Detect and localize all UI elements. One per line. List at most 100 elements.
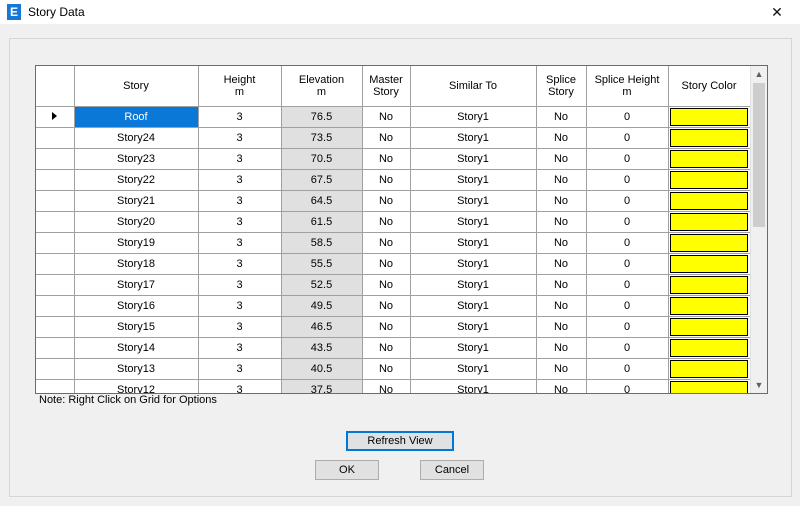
cell-similar[interactable]: Story1: [410, 169, 537, 191]
cell-splice-height[interactable]: 0: [586, 106, 669, 128]
cell-height[interactable]: 3: [198, 148, 282, 170]
cell-height[interactable]: 3: [198, 106, 282, 128]
cell-similar[interactable]: Story1: [410, 358, 537, 380]
table-row[interactable]: Story20 3 61.5 No Story1 No 0: [36, 211, 751, 233]
cell-splice[interactable]: No: [536, 253, 587, 275]
cell-elevation[interactable]: 37.5: [281, 379, 363, 393]
column-header[interactable]: Height m: [198, 66, 282, 107]
cell-story[interactable]: Story21: [74, 190, 199, 212]
cell-splice[interactable]: No: [536, 232, 587, 254]
cell-splice[interactable]: No: [536, 169, 587, 191]
cell-splice-height[interactable]: 0: [586, 337, 669, 359]
close-button[interactable]: ✕: [754, 0, 800, 24]
cell-splice-height[interactable]: 0: [586, 232, 669, 254]
row-header[interactable]: [36, 274, 75, 296]
cell-story-color[interactable]: [668, 211, 751, 233]
cell-master[interactable]: No: [362, 295, 411, 317]
cell-story[interactable]: Story17: [74, 274, 199, 296]
cell-height[interactable]: 3: [198, 253, 282, 275]
column-header[interactable]: Splice Height m: [586, 66, 669, 107]
cell-height[interactable]: 3: [198, 274, 282, 296]
cell-height[interactable]: 3: [198, 295, 282, 317]
cell-master[interactable]: No: [362, 379, 411, 393]
cell-story-color[interactable]: [668, 232, 751, 254]
cell-story[interactable]: Story13: [74, 358, 199, 380]
scroll-down-icon[interactable]: ▼: [751, 377, 767, 393]
row-header[interactable]: [36, 316, 75, 338]
column-header[interactable]: Splice Story: [536, 66, 587, 107]
cell-story[interactable]: Story18: [74, 253, 199, 275]
cell-master[interactable]: No: [362, 169, 411, 191]
column-header[interactable]: Story: [74, 66, 199, 107]
cell-master[interactable]: No: [362, 190, 411, 212]
column-header[interactable]: Elevation m: [281, 66, 363, 107]
cell-master[interactable]: No: [362, 127, 411, 149]
cell-master[interactable]: No: [362, 232, 411, 254]
cell-similar[interactable]: Story1: [410, 274, 537, 296]
cell-story-color[interactable]: [668, 316, 751, 338]
scroll-up-icon[interactable]: ▲: [751, 66, 767, 82]
cell-splice[interactable]: No: [536, 127, 587, 149]
row-header[interactable]: [36, 337, 75, 359]
cell-elevation[interactable]: 40.5: [281, 358, 363, 380]
row-header[interactable]: [36, 358, 75, 380]
cell-splice-height[interactable]: 0: [586, 379, 669, 393]
cell-splice-height[interactable]: 0: [586, 253, 669, 275]
cell-height[interactable]: 3: [198, 358, 282, 380]
table-row[interactable]: Story19 3 58.5 No Story1 No 0: [36, 232, 751, 254]
cell-story[interactable]: Story15: [74, 316, 199, 338]
cell-story-color[interactable]: [668, 106, 751, 128]
cell-similar[interactable]: Story1: [410, 190, 537, 212]
cell-elevation[interactable]: 70.5: [281, 148, 363, 170]
table-row[interactable]: Story24 3 73.5 No Story1 No 0: [36, 127, 751, 149]
table-row[interactable]: Story12 3 37.5 No Story1 No 0: [36, 379, 751, 393]
cell-height[interactable]: 3: [198, 211, 282, 233]
row-header[interactable]: [36, 148, 75, 170]
cell-elevation[interactable]: 52.5: [281, 274, 363, 296]
ok-button[interactable]: OK: [315, 460, 379, 480]
row-header[interactable]: [36, 211, 75, 233]
cell-similar[interactable]: Story1: [410, 148, 537, 170]
row-header[interactable]: [36, 379, 75, 393]
cell-similar[interactable]: Story1: [410, 295, 537, 317]
cell-height[interactable]: 3: [198, 316, 282, 338]
cell-elevation[interactable]: 67.5: [281, 169, 363, 191]
cell-story-color[interactable]: [668, 190, 751, 212]
cell-splice-height[interactable]: 0: [586, 295, 669, 317]
cell-splice-height[interactable]: 0: [586, 148, 669, 170]
cell-elevation[interactable]: 64.5: [281, 190, 363, 212]
row-header[interactable]: [36, 190, 75, 212]
row-header[interactable]: [36, 169, 75, 191]
cell-splice[interactable]: No: [536, 190, 587, 212]
cell-story[interactable]: Story14: [74, 337, 199, 359]
refresh-view-button[interactable]: Refresh View: [346, 431, 454, 451]
cell-story[interactable]: Story23: [74, 148, 199, 170]
cell-splice[interactable]: No: [536, 148, 587, 170]
table-row[interactable]: Story16 3 49.5 No Story1 No 0: [36, 295, 751, 317]
cell-story-color[interactable]: [668, 253, 751, 275]
cell-elevation[interactable]: 49.5: [281, 295, 363, 317]
row-header[interactable]: [36, 127, 75, 149]
cell-similar[interactable]: Story1: [410, 253, 537, 275]
column-header[interactable]: Story Color: [668, 66, 751, 107]
cell-elevation[interactable]: 61.5: [281, 211, 363, 233]
cell-story[interactable]: Story12: [74, 379, 199, 393]
cell-story[interactable]: Story19: [74, 232, 199, 254]
table-row[interactable]: Story18 3 55.5 No Story1 No 0: [36, 253, 751, 275]
table-row[interactable]: Story23 3 70.5 No Story1 No 0: [36, 148, 751, 170]
cell-splice-height[interactable]: 0: [586, 169, 669, 191]
cell-splice[interactable]: No: [536, 316, 587, 338]
vertical-scrollbar[interactable]: ▲ ▼: [750, 66, 767, 393]
cell-similar[interactable]: Story1: [410, 106, 537, 128]
cell-story[interactable]: Story24: [74, 127, 199, 149]
cell-story-color[interactable]: [668, 148, 751, 170]
cell-similar[interactable]: Story1: [410, 316, 537, 338]
cell-splice[interactable]: No: [536, 337, 587, 359]
cell-master[interactable]: No: [362, 253, 411, 275]
cell-story-color[interactable]: [668, 127, 751, 149]
table-row[interactable]: Roof 3 76.5 No Story1 No 0: [36, 106, 751, 128]
table-row[interactable]: Story14 3 43.5 No Story1 No 0: [36, 337, 751, 359]
cell-elevation[interactable]: 43.5: [281, 337, 363, 359]
row-header[interactable]: [36, 106, 75, 128]
cell-splice[interactable]: No: [536, 295, 587, 317]
